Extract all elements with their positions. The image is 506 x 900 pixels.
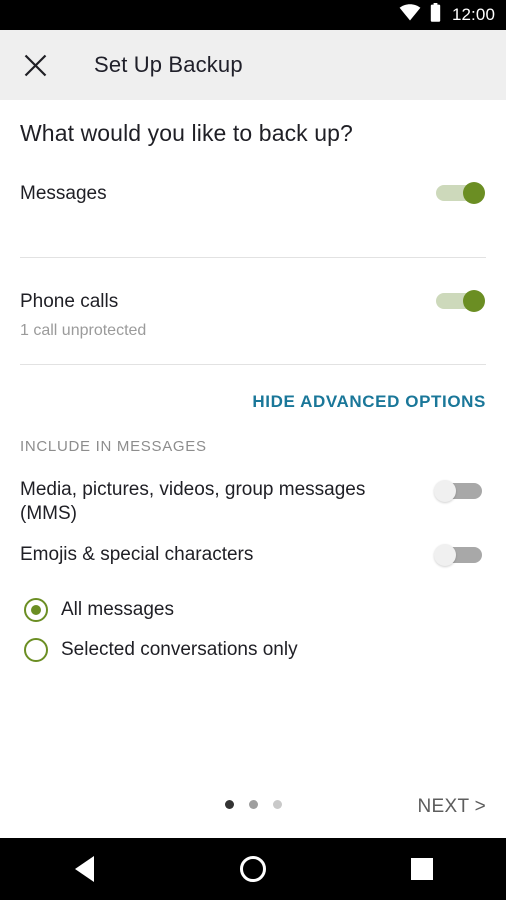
back-triangle-glyph (74, 856, 94, 882)
divider-2 (20, 364, 486, 365)
backup-question-heading: What would you like to back up? (20, 120, 353, 146)
row-mms-label: Media, pictures, videos, group messages … (20, 479, 366, 524)
back-triangle-icon[interactable] (0, 838, 169, 900)
toggle-messages[interactable] (434, 182, 486, 204)
toggle-phone-calls-thumb (463, 290, 485, 312)
content-area: What would you like to back up? Messages… (0, 100, 506, 772)
bottom-bar: NEXT > (0, 772, 506, 838)
page-dot-1[interactable] (224, 800, 234, 809)
row-emojis-label: Emojis & special characters (20, 544, 254, 565)
row-phone-calls-label: Phone calls (20, 291, 119, 312)
radio-all-messages[interactable]: All messages (24, 598, 174, 622)
close-icon[interactable] (7, 37, 63, 93)
toggle-mms-thumb (434, 480, 456, 502)
row-mms-texts: Media, pictures, videos, group messages … (20, 478, 390, 526)
row-emojis-texts: Emojis & special characters (20, 543, 253, 567)
row-messages-texts: Messages (20, 182, 107, 206)
row-messages-label: Messages (20, 183, 107, 204)
row-phone-calls-texts: Phone calls 1 call unprotected (20, 290, 146, 341)
next-button[interactable]: NEXT > (411, 792, 492, 822)
app-bar: Set Up Backup (0, 30, 506, 100)
recents-square-glyph (410, 858, 433, 880)
home-circle-glyph (240, 856, 266, 882)
radio-all-messages-label: All messages (61, 599, 174, 620)
toggle-phone-calls[interactable] (434, 290, 486, 312)
hide-advanced-options-link[interactable]: HIDE ADVANCED OPTIONS (252, 392, 486, 412)
divider-1 (20, 257, 486, 258)
row-mms[interactable]: Media, pictures, videos, group messages … (0, 478, 506, 526)
row-messages[interactable]: Messages (0, 182, 506, 206)
phone-screen: 12:00 Set Up Backup What would you like … (0, 0, 506, 900)
battery-icon (430, 3, 441, 27)
radio-selected-conversations-label: Selected conversations only (61, 639, 298, 660)
toggle-emojis[interactable] (434, 544, 486, 566)
toggle-mms[interactable] (434, 480, 486, 502)
system-nav-bar (0, 838, 506, 900)
toggle-messages-thumb (463, 182, 485, 204)
wifi-icon (399, 4, 421, 26)
status-bar: 12:00 (0, 0, 506, 30)
page-dot-3[interactable] (272, 800, 282, 809)
row-phone-calls[interactable]: Phone calls 1 call unprotected (0, 290, 506, 341)
status-icon-group: 12:00 (399, 3, 495, 27)
status-bar-clock: 12:00 (451, 5, 495, 24)
include-in-messages-caption: INCLUDE IN MESSAGES (20, 438, 207, 455)
page-title: Set Up Backup (94, 52, 243, 77)
recents-square-icon[interactable] (337, 838, 506, 900)
home-circle-icon[interactable] (169, 838, 338, 900)
row-phone-calls-sublabel: 1 call unprotected (20, 322, 147, 339)
toggle-emojis-thumb (434, 544, 456, 566)
row-emojis[interactable]: Emojis & special characters (0, 543, 506, 567)
radio-selected-conversations[interactable]: Selected conversations only (24, 638, 298, 662)
page-dot-2[interactable] (248, 800, 258, 809)
radio-all-messages-indicator[interactable] (24, 598, 48, 622)
radio-selected-conversations-indicator[interactable] (24, 638, 48, 662)
